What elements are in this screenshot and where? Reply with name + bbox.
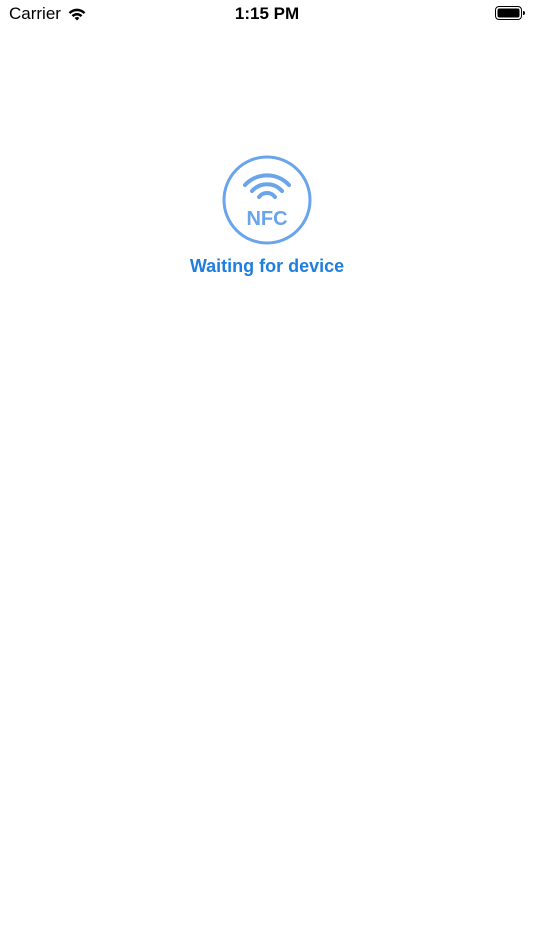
nfc-icon: NFC <box>222 155 312 245</box>
nfc-status-panel: NFC Waiting for device <box>0 155 534 277</box>
status-bar: Carrier 1:15 PM <box>0 0 534 28</box>
battery-icon <box>495 6 525 20</box>
nfc-label: NFC <box>246 208 287 230</box>
clock: 1:15 PM <box>234 4 300 23</box>
status-message: Waiting for device <box>189 256 345 276</box>
